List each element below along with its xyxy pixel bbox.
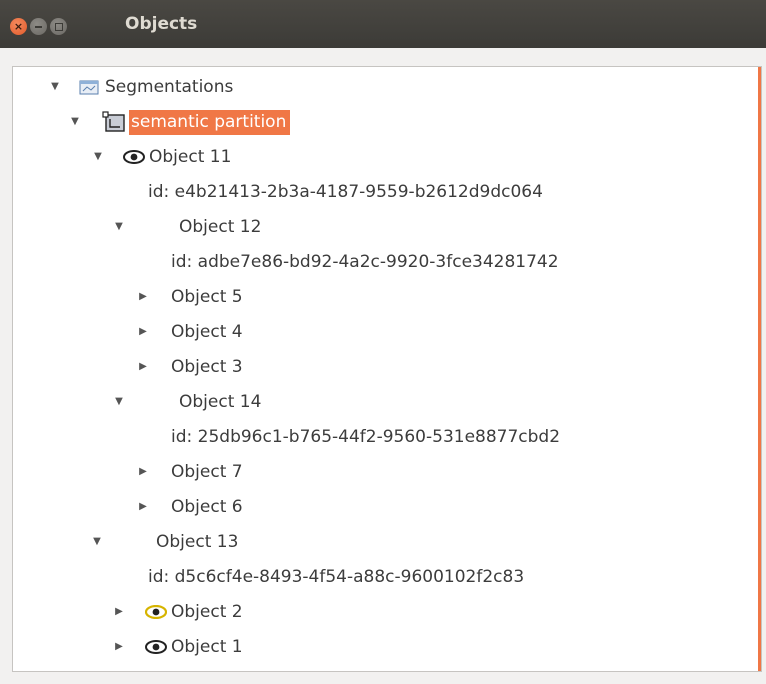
title-bar: × Objects [0, 0, 766, 48]
selected-label: semantic partition [129, 109, 291, 135]
tree-item-object-1[interactable]: Object 1 [145, 630, 243, 664]
tree-item-segmentations[interactable]: Segmentations [79, 70, 233, 104]
close-icon: × [13, 20, 24, 33]
expand-arrow[interactable]: ▼ [113, 395, 125, 407]
tree-item-object-5[interactable]: Object 5 [171, 280, 243, 314]
partition-icon [102, 111, 125, 132]
maximize-window-button[interactable] [50, 18, 67, 35]
scrollbar-indicator[interactable] [758, 67, 761, 671]
eye-icon[interactable] [145, 605, 167, 619]
eye-icon[interactable] [123, 150, 145, 164]
maximize-icon [54, 22, 63, 31]
collapse-arrow[interactable]: ▶ [113, 605, 125, 617]
expand-arrow[interactable]: ▼ [49, 80, 61, 92]
tree-item-object-14[interactable]: Object 14 [179, 385, 261, 419]
collapse-arrow[interactable]: ▶ [137, 360, 149, 372]
close-window-button[interactable]: × [10, 18, 27, 35]
tree-item-object-7[interactable]: Object 7 [171, 455, 243, 489]
object-id: id: 25db96c1-b765-44f2-9560-531e8877cbd2 [171, 427, 561, 447]
object-id: id: adbe7e86-bd92-4a2c-9920-3fce34281742 [171, 252, 559, 272]
tree-item-object-6[interactable]: Object 6 [171, 490, 243, 524]
expand-arrow[interactable]: ▼ [91, 535, 103, 547]
collapse-arrow[interactable]: ▶ [137, 290, 149, 302]
minimize-icon [35, 25, 42, 28]
expand-arrow[interactable]: ▼ [113, 220, 125, 232]
object-id: id: e4b21413-2b3a-4187-9559-b2612d9dc064 [148, 182, 543, 202]
tree-item-semantic-partition[interactable]: semantic partition [101, 105, 291, 139]
minimize-window-button[interactable] [30, 18, 47, 35]
collapse-arrow[interactable]: ▶ [113, 640, 125, 652]
tree-item-object-4[interactable]: Object 4 [171, 315, 243, 349]
objects-tree-panel[interactable]: ▼ Segmentations ▼ semantic partition ▼ O… [12, 66, 762, 672]
collapse-arrow[interactable]: ▶ [137, 465, 149, 477]
expand-arrow[interactable]: ▼ [69, 115, 81, 127]
window-title: Objects [125, 14, 198, 34]
tree-item-object-12[interactable]: Object 12 [179, 210, 261, 244]
object-id: id: d5c6cf4e-8493-4f54-a88c-9600102f2c83 [148, 567, 525, 587]
expand-arrow[interactable]: ▼ [92, 150, 104, 162]
tree-item-object-11[interactable]: Object 11 [123, 140, 231, 174]
collapse-arrow[interactable]: ▶ [137, 500, 149, 512]
collapse-arrow[interactable]: ▶ [137, 325, 149, 337]
tree-item-object-2[interactable]: Object 2 [145, 595, 243, 629]
tree-item-object-3[interactable]: Object 3 [171, 350, 243, 384]
eye-icon[interactable] [145, 640, 167, 654]
tree-item-object-13[interactable]: Object 13 [156, 525, 238, 559]
folder-icon [79, 80, 99, 95]
